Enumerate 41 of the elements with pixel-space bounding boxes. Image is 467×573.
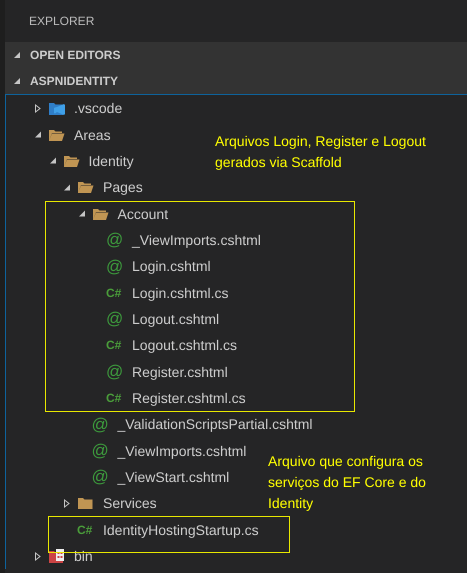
tree-item[interactable]: Pages — [63, 174, 147, 200]
tree-item[interactable]: @ _ViewStart.cshtml — [78, 464, 234, 490]
tree-item[interactable]: @ _ViewImports.cshtml — [78, 437, 250, 464]
tree-item[interactable]: @ Logout.cshtml — [92, 306, 224, 332]
tree-item[interactable]: C# Register.cshtml.cs — [92, 384, 250, 412]
tree-item[interactable]: @ Login.cshtml — [92, 253, 215, 280]
tree-item[interactable]: C# Logout.cshtml.cs — [92, 332, 242, 358]
tree-item[interactable]: bin — [34, 542, 97, 570]
panel-title: EXPLORER — [29, 14, 94, 28]
folder-icon — [48, 128, 65, 142]
file-type-icon: C# — [106, 286, 122, 299]
tree-item[interactable]: Services — [63, 490, 161, 516]
folder-icon — [92, 206, 108, 221]
tree-item[interactable]: Account — [78, 200, 172, 227]
tree-item[interactable]: @ _ValidationScriptsPartial.cshtml — [78, 411, 317, 438]
annotation-text: Arquivo que configura os serviços do EF Core e do Identity — [268, 452, 427, 513]
file-type-icon: @ — [106, 231, 124, 248]
folder-icon — [48, 548, 66, 564]
folder-icon — [62, 154, 80, 168]
file-type-icon: @ — [92, 468, 109, 486]
section-header[interactable]: ASPNIDENTITY — [5, 68, 467, 94]
folder-icon — [77, 180, 94, 194]
annotation-text: Arquivos Login, Register e Logout gerados via Scaffold — [215, 132, 427, 172]
folder-icon — [77, 496, 94, 510]
file-type-icon: @ — [92, 416, 109, 433]
file-type-icon: C# — [77, 524, 92, 536]
tree-item[interactable]: Identity — [48, 148, 138, 174]
folder-icon — [48, 100, 66, 116]
section-header[interactable]: OPEN EDITORS — [5, 42, 467, 68]
file-type-icon: @ — [106, 258, 124, 275]
tree-item[interactable]: .vscode — [34, 95, 126, 122]
tree-item[interactable]: C# IdentityHostingStartup.cs — [63, 516, 263, 543]
file-type-icon: C# — [106, 339, 122, 352]
tree-item[interactable]: Areas — [34, 121, 115, 148]
tree-item[interactable]: C# Login.cshtml.cs — [92, 279, 232, 306]
file-type-icon: C# — [106, 392, 122, 404]
file-type-icon: @ — [106, 363, 124, 380]
file-type-icon: @ — [92, 442, 109, 460]
tree-item[interactable]: @ _ViewImports.cshtml — [92, 226, 265, 254]
file-type-icon: @ — [106, 310, 124, 328]
tree-item[interactable]: @ Register.cshtml — [92, 358, 232, 385]
